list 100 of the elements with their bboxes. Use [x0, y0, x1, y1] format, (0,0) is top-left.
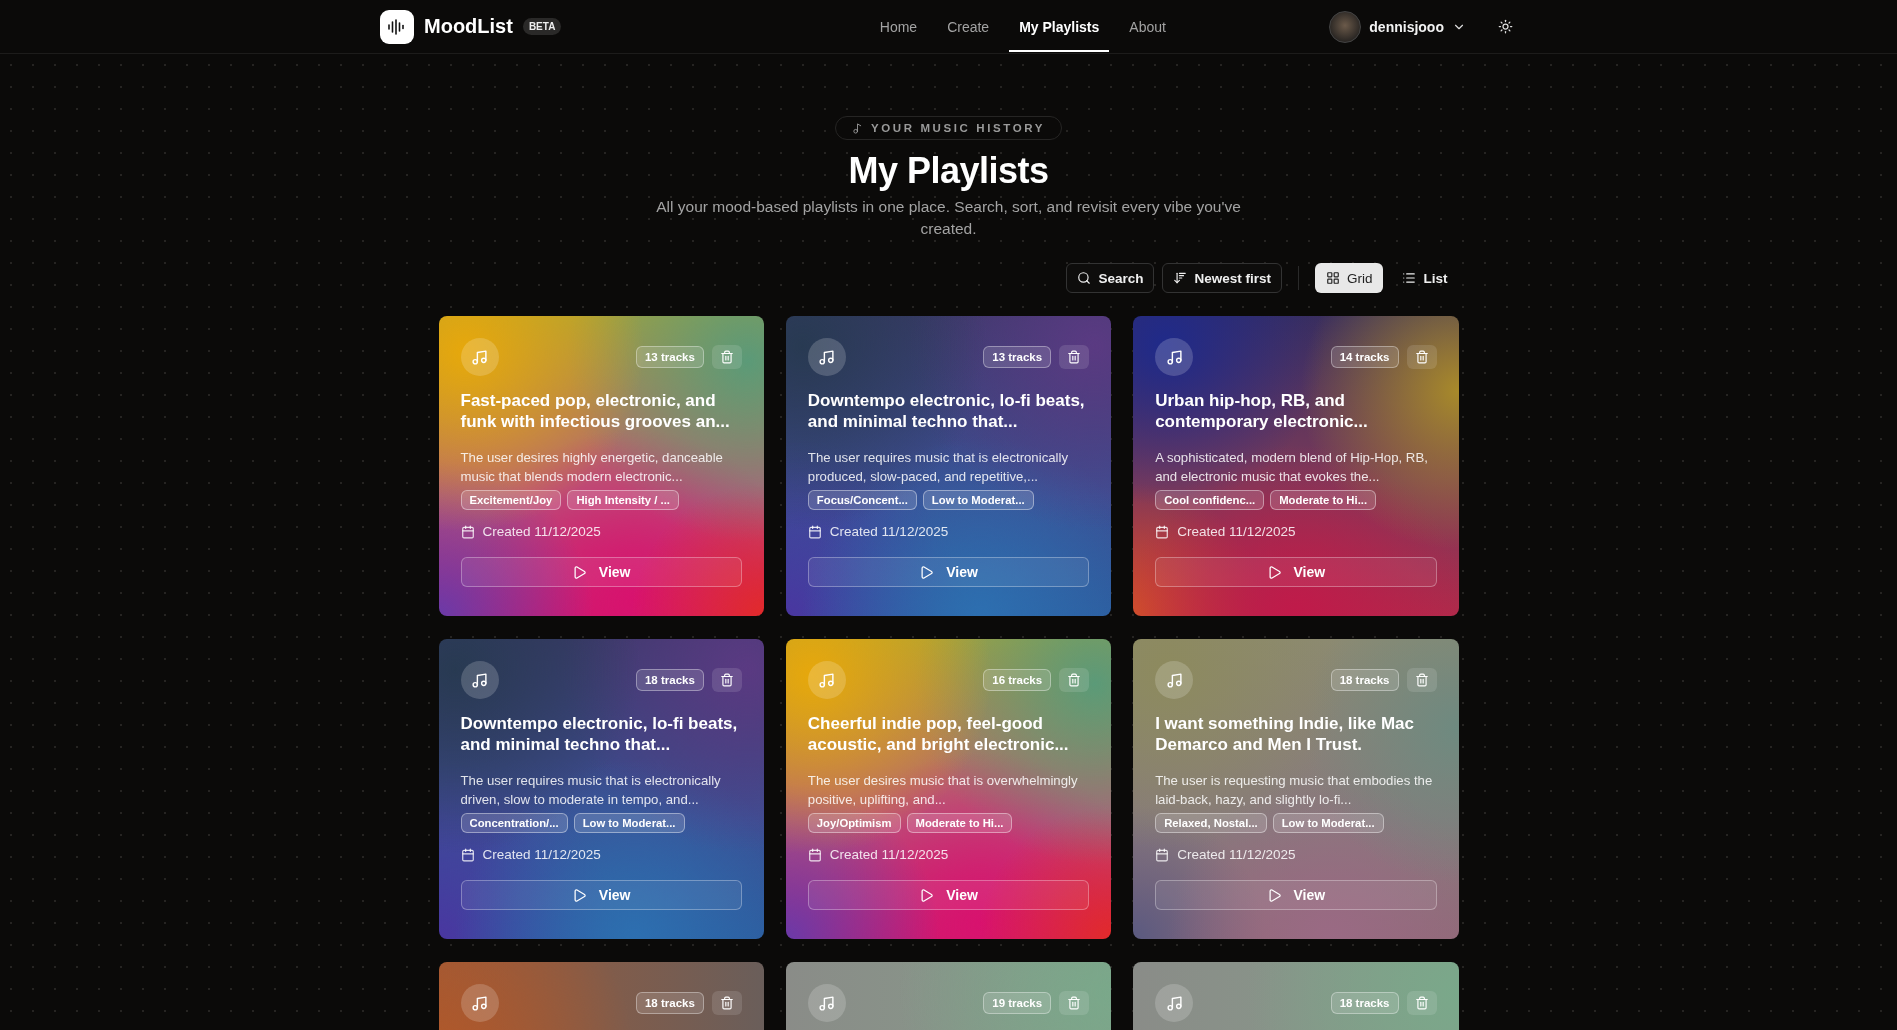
view-toggle-button[interactable]: List	[1391, 263, 1459, 293]
track-count: 18 tracks	[1330, 992, 1399, 1014]
avatar	[1329, 10, 1362, 43]
mood-tag: Joy/Optimism	[807, 813, 901, 833]
mood-tag: High Intensity / ...	[567, 490, 679, 510]
mood-tag: Low to Moderat...	[1272, 813, 1384, 833]
calendar-icon	[460, 847, 475, 862]
sun-icon	[1498, 19, 1513, 34]
music-note-icon	[460, 338, 499, 376]
music-note-icon	[1155, 984, 1194, 1022]
playlist-description: The user desires music that is overwhelmingly positive, uplifting, and...	[807, 772, 1079, 809]
nav-link[interactable]: Create	[937, 1, 1000, 52]
play-icon	[1266, 887, 1282, 903]
delete-button[interactable]	[711, 991, 742, 1015]
playlist-description: The user requires music that is electronically driven, slow to moderate in tempo, and...	[460, 772, 722, 809]
mood-tag: Low to Moderat...	[922, 490, 1034, 510]
page-subtitle: All your mood-based playlists in one place. Search, sort, and revisit every vibe you've created.	[655, 197, 1242, 239]
created-date: Created 11/12/2025	[829, 847, 949, 862]
playlist-title: Downtempo electronic, lo-fi beats, and minimal techno that...	[807, 390, 1086, 432]
track-count: 13 tracks	[635, 346, 704, 368]
track-count: 14 tracks	[1330, 346, 1399, 368]
mood-tag: Excitement/Joy	[460, 490, 562, 510]
trash-icon	[719, 350, 734, 364]
playlist-title: Downtempo electronic, lo-fi beats, and minimal techno that...	[460, 713, 739, 755]
music-note-icon	[807, 984, 846, 1022]
grid-icon	[1325, 271, 1340, 285]
delete-button[interactable]	[1059, 345, 1090, 369]
brand-name[interactable]: MoodList	[424, 15, 513, 38]
music-note-icon	[1155, 338, 1194, 376]
waveform-logo-icon[interactable]	[380, 9, 414, 44]
playlist-title: Urban hip-hop, RB, and contemporary electronic...	[1155, 390, 1369, 432]
mood-tag: Moderate to Hi...	[906, 813, 1013, 833]
music-note-icon	[460, 984, 499, 1022]
track-count: 13 tracks	[983, 346, 1052, 368]
trash-icon	[1067, 673, 1082, 687]
calendar-icon	[807, 847, 822, 862]
trash-icon	[1414, 996, 1429, 1010]
nav-link[interactable]: My Playlists	[1009, 1, 1110, 52]
delete-button[interactable]	[711, 668, 742, 692]
play-icon	[919, 564, 935, 580]
music-note-icon	[460, 661, 499, 699]
track-count: 19 tracks	[983, 992, 1052, 1014]
playlist-title: I want something Indie, like Mac Demarco and Men I Trust.	[1155, 713, 1415, 755]
track-count: 18 tracks	[1330, 669, 1399, 691]
view-button[interactable]: View	[460, 880, 742, 910]
delete-button[interactable]	[1406, 345, 1437, 369]
mood-tag: Concentration/...	[460, 813, 568, 833]
mood-tag: Focus/Concent...	[807, 490, 917, 510]
playlist-description: The user is requesting music that embodies the laid-back, hazy, and slightly lo-fi...	[1155, 772, 1434, 809]
view-button[interactable]: View	[460, 557, 742, 587]
calendar-icon	[1155, 847, 1170, 862]
track-count: 16 tracks	[983, 669, 1052, 691]
playlist-title: Fast-paced pop, electronic, and funk with infectious grooves an...	[460, 390, 731, 432]
playlist-description: A sophisticated, modern blend of Hip-Hop, RB, and electronic music that evokes the...	[1155, 449, 1429, 486]
sort-button[interactable]: Newest first	[1162, 263, 1282, 293]
playlist-description: The user desires highly energetic, danceable music that blends modern electronic...	[460, 449, 724, 486]
playlist-title: Cheerful indie pop, feel-good acoustic, and bright electronic...	[807, 713, 1070, 755]
music-note-icon	[807, 338, 846, 376]
play-icon	[919, 887, 935, 903]
music-note-icon	[807, 661, 846, 699]
nav-link[interactable]: Home	[869, 1, 928, 52]
user-menu-button[interactable]: dennisjooo	[1329, 10, 1466, 43]
created-date: Created 11/12/2025	[482, 524, 601, 539]
created-date: Created 11/12/2025	[1177, 847, 1296, 862]
calendar-icon	[460, 524, 475, 539]
trash-icon	[1414, 350, 1429, 364]
playlist-description: The user requires music that is electronically produced, slow-paced, and repetitive,...	[807, 449, 1070, 486]
calendar-icon	[807, 524, 822, 539]
music-note-icon	[1155, 661, 1194, 699]
mood-tag: Cool confidenc...	[1155, 490, 1265, 510]
view-toggle-button[interactable]: Grid	[1314, 263, 1384, 293]
created-date: Created 11/12/2025	[1177, 524, 1296, 539]
search-icon	[1077, 271, 1092, 285]
list-icon	[1402, 271, 1417, 285]
calendar-icon	[1155, 524, 1170, 539]
play-icon	[571, 564, 587, 580]
mood-tag: Relaxed, Nostal...	[1155, 813, 1267, 833]
track-count: 18 tracks	[635, 669, 704, 691]
view-button[interactable]: View	[807, 880, 1090, 910]
trash-icon	[1414, 673, 1429, 687]
page-title: My Playlists	[848, 150, 1049, 192]
view-button[interactable]: View	[1155, 557, 1437, 587]
track-count: 18 tracks	[635, 992, 704, 1014]
mood-tag: Low to Moderat...	[573, 813, 685, 833]
music-note-icon	[852, 122, 863, 134]
nav-link[interactable]: About	[1119, 1, 1176, 52]
view-button[interactable]: View	[807, 557, 1090, 587]
created-date: Created 11/12/2025	[829, 524, 949, 539]
trash-icon	[719, 996, 734, 1010]
section-eyebrow: YOUR MUSIC HISTORY	[835, 116, 1062, 140]
delete-button[interactable]	[1406, 668, 1437, 692]
sort-icon	[1173, 271, 1188, 285]
search-button[interactable]: Search	[1066, 263, 1155, 293]
trash-icon	[1067, 996, 1082, 1010]
view-button[interactable]: View	[1155, 880, 1437, 910]
beta-badge: BETA	[522, 18, 562, 35]
mood-tag: Moderate to Hi...	[1270, 490, 1377, 510]
trash-icon	[719, 673, 734, 687]
play-icon	[1266, 564, 1282, 580]
created-date: Created 11/12/2025	[482, 847, 601, 862]
